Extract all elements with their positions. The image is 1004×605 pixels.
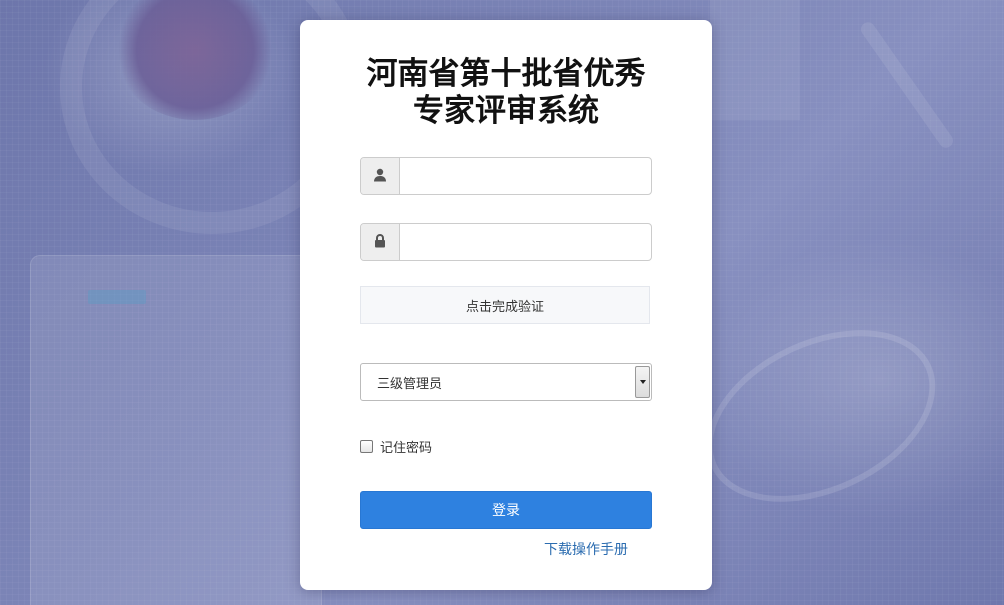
background-notebook: [710, 0, 800, 120]
username-field-group: [360, 157, 652, 195]
username-addon: [361, 158, 400, 194]
background-paper: [30, 255, 322, 605]
page-title-line2: 专家评审系统: [413, 93, 599, 129]
background-paper-text: [88, 290, 146, 304]
download-manual-link[interactable]: 下载操作手册: [544, 539, 628, 559]
password-field-group: [360, 223, 652, 261]
captcha-verify-button[interactable]: 点击完成验证: [360, 286, 650, 324]
role-select[interactable]: 三级管理员: [360, 363, 652, 401]
page-title: 河南省第十批省优秀 专家评审系统: [300, 56, 712, 130]
user-icon: [373, 167, 387, 186]
lock-icon: [374, 233, 386, 252]
password-input[interactable]: [400, 224, 651, 258]
remember-password-checkbox[interactable]: [360, 439, 373, 453]
username-input[interactable]: [400, 158, 651, 192]
remember-password: 记住密码: [360, 437, 432, 456]
login-button[interactable]: 登录: [360, 491, 652, 529]
page-title-line1: 河南省第十批省优秀: [366, 56, 646, 92]
role-select-value: 三级管理员: [377, 376, 443, 392]
chevron-down-icon[interactable]: [635, 366, 650, 398]
login-card: 河南省第十批省优秀 专家评审系统 点击完成验证 三级管理员 记住密码 登录 下载…: [300, 20, 712, 590]
password-addon: [361, 224, 400, 260]
remember-password-label[interactable]: 记住密码: [380, 437, 432, 456]
